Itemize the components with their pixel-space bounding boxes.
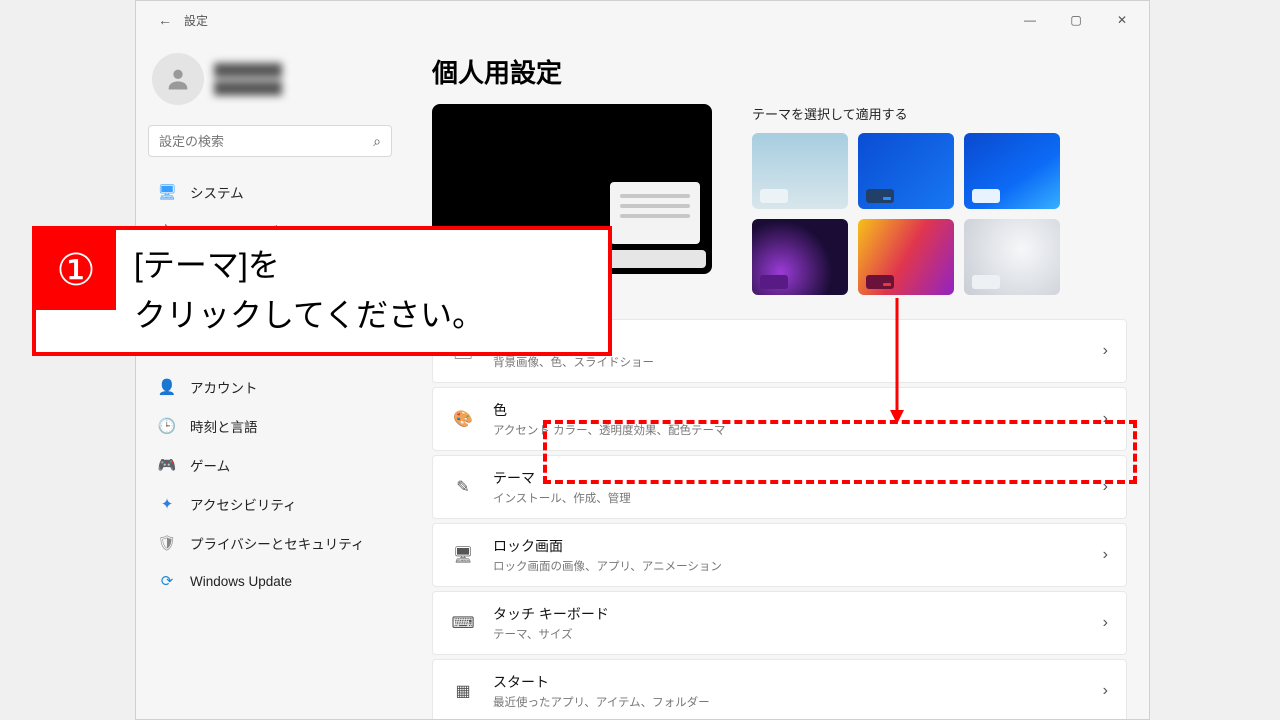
back-button[interactable]: ←	[148, 12, 182, 28]
nav-icon: 🕒	[158, 417, 176, 435]
nav-icon: ⟳	[158, 572, 176, 590]
nav-item-8[interactable]: ✦ アクセシビリティ	[144, 485, 396, 523]
nav-label: Windows Update	[190, 574, 292, 589]
avatar	[152, 53, 204, 105]
nav-label: プライバシーとセキュリティ	[190, 533, 364, 553]
nav-item-5[interactable]: 👤 アカウント	[144, 368, 396, 406]
nav-item-0[interactable]: 🖥 システム	[144, 173, 396, 211]
nav-item-6[interactable]: 🕒 時刻と言語	[144, 407, 396, 445]
annotation-callout: ① [テーマ]を クリックしてください。	[32, 226, 612, 356]
nav-item-7[interactable]: 🎮 ゲーム	[144, 446, 396, 484]
chevron-right-icon: ›	[1103, 682, 1108, 700]
search-box[interactable]: ⌕	[148, 125, 392, 157]
sidebar: ████████ ████████ ⌕ 🖥システムᛒBluetooth とデバイ…	[136, 39, 406, 719]
annotation-text: [テーマ]を クリックしてください。	[134, 241, 484, 340]
nav-icon: 🖥	[158, 183, 176, 201]
item-subtitle: テーマ、サイズ	[493, 626, 1085, 642]
chevron-right-icon: ›	[1103, 410, 1108, 428]
page-title: 個人用設定	[432, 53, 1127, 90]
nav-label: システム	[190, 182, 244, 202]
item-subtitle: インストール、作成、管理	[493, 490, 1085, 506]
chevron-right-icon: ›	[1103, 614, 1108, 632]
settings-item-5[interactable]: ▦ スタート最近使ったアプリ、アイテム、フォルダー ›	[432, 659, 1127, 719]
settings-item-list: 🖼背景背景画像、色、スライドショー›🎨色アクセント カラー、透明度効果、配色テー…	[432, 319, 1127, 719]
chevron-right-icon: ›	[1103, 546, 1108, 564]
annotation-number-badge: ①	[36, 230, 116, 310]
theme-option-3[interactable]	[964, 133, 1060, 209]
nav-label: アカウント	[190, 377, 258, 397]
theme-option-5[interactable]	[858, 219, 954, 295]
theme-option-6[interactable]	[964, 219, 1060, 295]
search-icon: ⌕	[373, 133, 381, 150]
user-sub: ████████	[214, 79, 282, 97]
settings-item-3[interactable]: 🖥 ロック画面ロック画面の画像、アプリ、アニメーション ›	[432, 523, 1127, 587]
nav-icon: 🎮	[158, 456, 176, 474]
item-title: 色	[493, 400, 1085, 420]
item-subtitle: ロック画面の画像、アプリ、アニメーション	[493, 558, 1085, 574]
title-bar: ← 設定 — ▢ ✕	[136, 1, 1149, 39]
nav-icon: 👤	[158, 378, 176, 396]
settings-item-4[interactable]: ⌨ タッチ キーボードテーマ、サイズ ›	[432, 591, 1127, 655]
chevron-right-icon: ›	[1103, 478, 1108, 496]
maximize-button[interactable]: ▢	[1053, 1, 1099, 39]
close-button[interactable]: ✕	[1099, 1, 1145, 39]
nav-label: アクセシビリティ	[190, 494, 297, 514]
search-input[interactable]	[159, 134, 373, 149]
theme-option-4[interactable]	[752, 219, 848, 295]
theme-option-1[interactable]	[752, 133, 848, 209]
nav-icon: 🛡	[158, 534, 176, 552]
themes-grid	[752, 133, 1127, 295]
item-icon: ✎	[451, 475, 475, 499]
nav-label: 時刻と言語	[190, 416, 258, 436]
nav-label: ゲーム	[190, 455, 230, 475]
item-icon: ▦	[451, 679, 475, 703]
item-title: タッチ キーボード	[493, 604, 1085, 624]
settings-item-2[interactable]: ✎ テーマインストール、作成、管理 ›	[432, 455, 1127, 519]
item-subtitle: アクセント カラー、透明度効果、配色テーマ	[493, 422, 1085, 438]
nav-item-10[interactable]: ⟳ Windows Update	[144, 563, 396, 599]
theme-option-2[interactable]	[858, 133, 954, 209]
item-title: ロック画面	[493, 536, 1085, 556]
item-title: スタート	[493, 672, 1085, 692]
nav-item-9[interactable]: 🛡 プライバシーとセキュリティ	[144, 524, 396, 562]
nav-icon: ✦	[158, 495, 176, 513]
settings-item-1[interactable]: 🎨 色アクセント カラー、透明度効果、配色テーマ ›	[432, 387, 1127, 451]
item-icon: 🎨	[451, 407, 475, 431]
settings-window: ← 設定 — ▢ ✕ ████████ ████████ ⌕ 🖥システ	[135, 0, 1150, 720]
item-title: テーマ	[493, 468, 1085, 488]
chevron-right-icon: ›	[1103, 342, 1108, 360]
minimize-button[interactable]: —	[1007, 1, 1053, 39]
user-name: ████████	[214, 61, 282, 79]
main-pane: 個人用設定 テーマを選択して適用する	[406, 39, 1149, 719]
item-subtitle: 最近使ったアプリ、アイテム、フォルダー	[493, 694, 1085, 710]
user-account-row[interactable]: ████████ ████████	[144, 47, 396, 111]
window-title: 設定	[184, 12, 208, 29]
item-subtitle: 背景画像、色、スライドショー	[493, 354, 1085, 370]
item-icon: 🖥	[451, 543, 475, 567]
themes-label: テーマを選択して適用する	[752, 104, 1127, 123]
item-icon: ⌨	[451, 611, 475, 635]
